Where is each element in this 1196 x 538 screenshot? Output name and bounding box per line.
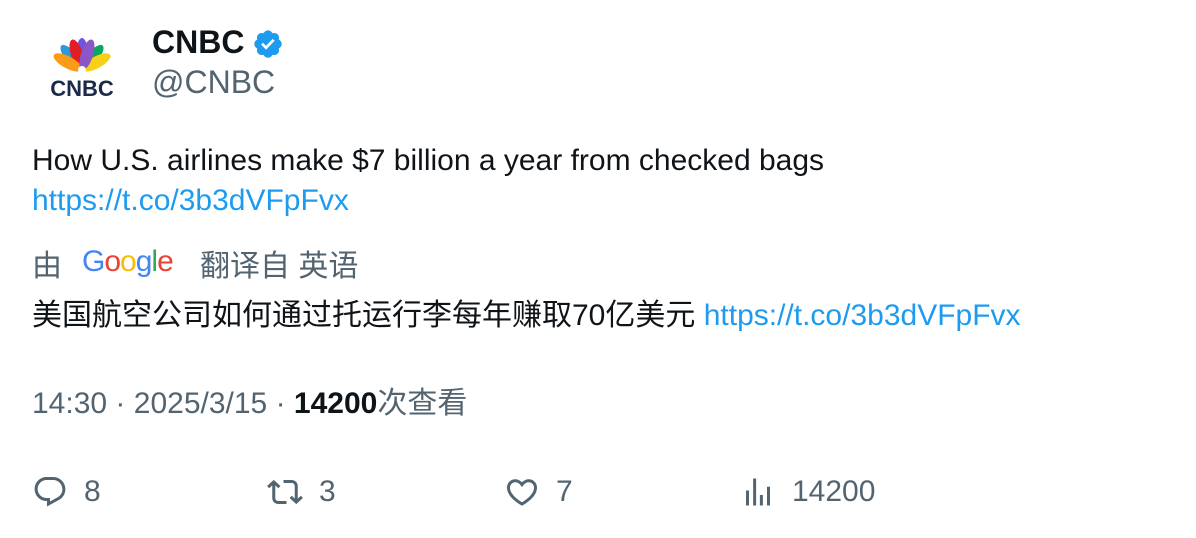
views-count: 14200 — [293, 387, 378, 420]
tweet-text: How U.S. airlines make $7 billion a year… — [32, 141, 1152, 221]
reply-count: 8 — [84, 475, 101, 508]
translation-prefix: 由 — [32, 250, 62, 283]
views-label: 次查看 — [377, 387, 468, 420]
tweet-date[interactable]: 2025/3/15 — [134, 387, 267, 420]
reply-icon — [34, 477, 66, 507]
svg-text:Google: Google — [82, 245, 173, 278]
verified-badge-icon — [254, 30, 282, 58]
views-action-count: 14200 — [792, 475, 876, 508]
retweet-button[interactable]: 3 — [267, 470, 336, 514]
meta-separator-2: · — [275, 387, 286, 420]
translated-link[interactable]: https://t.co/3b3dVFpFvx — [704, 299, 1021, 332]
translated-text: 美国航空公司如何通过托运行李每年赚取70亿美元 https://t.co/3b3… — [32, 296, 1021, 336]
cnbc-peacock-logo: CNBC — [50, 38, 114, 101]
translation-attribution: 由 Google 翻译自 英语 — [32, 245, 359, 290]
translated-body: 美国航空公司如何通过托运行李每年赚取70亿美元 — [32, 299, 696, 332]
google-logo-graphic: Google — [82, 245, 174, 278]
display-name[interactable]: CNBC — [152, 22, 244, 62]
cnbc-avatar[interactable]: CNBC — [36, 30, 128, 110]
analytics-icon — [746, 478, 770, 506]
retweet-count: 3 — [319, 475, 336, 508]
heart-icon — [506, 479, 538, 506]
tweet-meta: 14:30 · 2025/3/15 · 14200次查看 — [32, 384, 467, 424]
svg-text:CNBC: CNBC — [50, 76, 114, 101]
action-bar: 8 3 7 14200 — [32, 470, 1172, 514]
retweet-icon — [267, 479, 303, 505]
translation-suffix: 翻译自 英语 — [200, 250, 359, 283]
account-handle[interactable]: @CNBC — [152, 62, 275, 102]
like-count: 7 — [556, 475, 573, 508]
tweet-body: How U.S. airlines make $7 billion a year… — [32, 144, 825, 177]
reply-button[interactable]: 8 — [32, 470, 101, 514]
views-button[interactable]: 14200 — [740, 470, 875, 514]
tweet-time[interactable]: 14:30 — [32, 387, 107, 420]
google-logo[interactable]: Google — [82, 245, 180, 290]
like-button[interactable]: 7 — [504, 470, 573, 514]
meta-separator: · — [115, 387, 126, 420]
tweet-link[interactable]: https://t.co/3b3dVFpFvx — [32, 184, 349, 217]
